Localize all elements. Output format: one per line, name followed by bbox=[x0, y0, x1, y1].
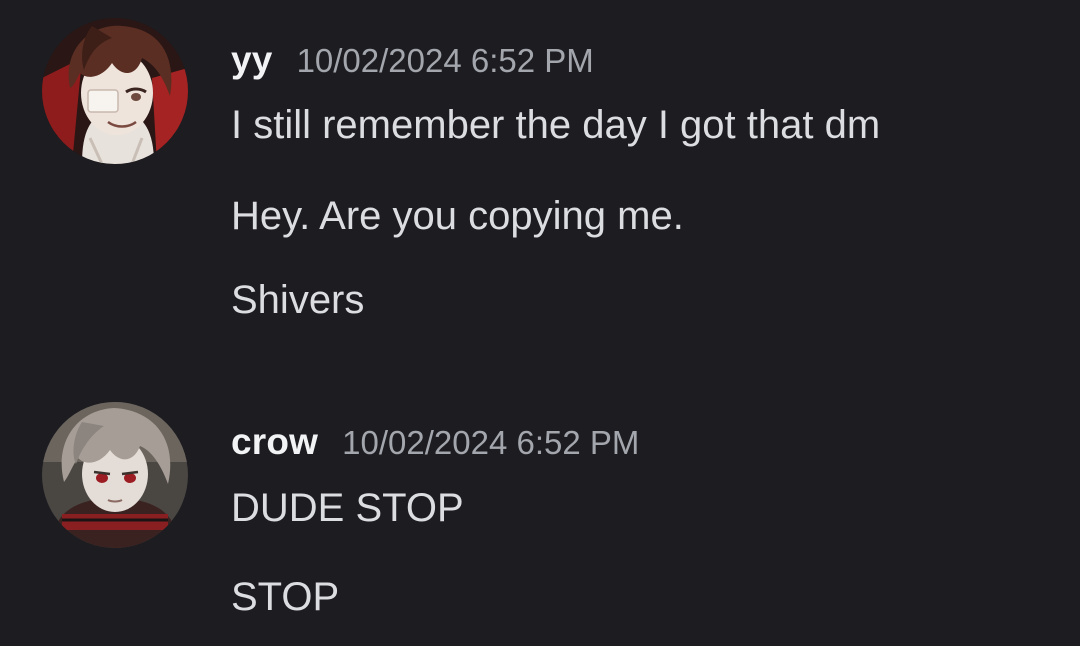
chat-message-list: yy 10/02/2024 6:52 PM I still remember th… bbox=[0, 0, 1080, 646]
avatar[interactable] bbox=[42, 402, 188, 548]
user-avatar-icon bbox=[42, 18, 188, 164]
message-text: Hey. Are you copying me. bbox=[231, 194, 684, 238]
username[interactable]: crow bbox=[231, 421, 318, 462]
message-header: crow 10/02/2024 6:52 PM bbox=[231, 420, 639, 464]
username[interactable]: yy bbox=[231, 39, 273, 80]
message-text: I still remember the day I got that dm bbox=[231, 103, 881, 147]
timestamp: 10/02/2024 6:52 PM bbox=[342, 424, 640, 461]
message-text: STOP bbox=[231, 575, 340, 619]
avatar[interactable] bbox=[42, 18, 188, 164]
message-header: yy 10/02/2024 6:52 PM bbox=[231, 38, 594, 82]
user-avatar-icon bbox=[42, 402, 188, 548]
message-text: DUDE STOP bbox=[231, 486, 464, 530]
timestamp: 10/02/2024 6:52 PM bbox=[296, 42, 594, 79]
message-text: Shivers bbox=[231, 278, 365, 322]
